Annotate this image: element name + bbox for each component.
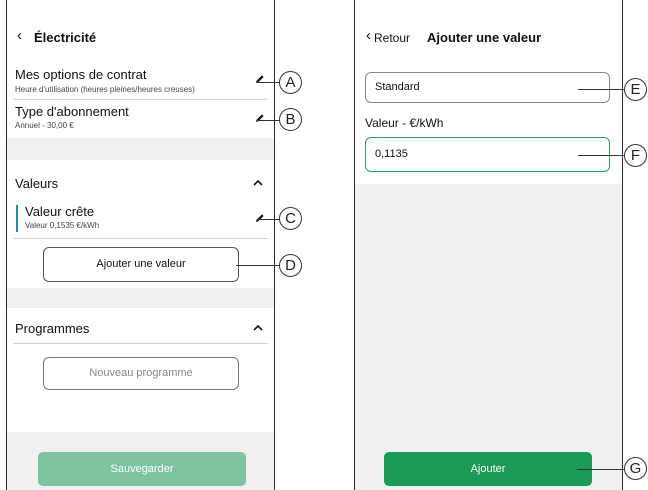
callout-b: B	[279, 108, 302, 131]
pencil-icon[interactable]	[255, 213, 265, 223]
value-field-value: 0,1135	[375, 148, 408, 160]
name-field-value: Standard	[375, 81, 420, 93]
callout-line	[577, 469, 624, 470]
subscription-subtitle: Annuel - 30,00 €	[15, 121, 74, 130]
callout-d: D	[279, 254, 302, 277]
peak-value-title: Valeur crête	[25, 204, 95, 219]
peak-value-indicator	[16, 205, 18, 232]
divider	[13, 99, 268, 100]
page-title: Ajouter une valeur	[427, 30, 542, 45]
values-section: Valeurs Valeur crête Valeur 0,1535 €/kWh…	[7, 160, 274, 288]
chevron-left-icon[interactable]: ‹	[17, 27, 22, 44]
callout-line	[257, 120, 279, 121]
divider	[13, 238, 268, 239]
callout-c: C	[279, 207, 302, 230]
contract-options-subtitle: Heure d'utilisation (heures pleines/heur…	[15, 85, 195, 94]
callout-line	[236, 265, 279, 266]
callout-g: G	[624, 457, 647, 480]
value-field[interactable]: 0,1135	[365, 137, 610, 172]
callout-line	[578, 155, 624, 156]
programs-section-title: Programmes	[15, 321, 90, 336]
form-section: Standard Valeur - €/kWh 0,1135	[355, 64, 622, 184]
name-field[interactable]: Standard	[365, 72, 610, 103]
pencil-icon[interactable]	[255, 113, 265, 123]
subscription-title: Type d'abonnement	[15, 104, 129, 119]
divider	[13, 343, 268, 344]
contract-section: Mes options de contrat Heure d'utilisati…	[7, 64, 274, 138]
add-value-screen: ‹ Retour Ajouter une valeur Standard Val…	[354, 0, 623, 490]
back-link[interactable]: Retour	[374, 31, 410, 45]
callout-f: F	[624, 144, 647, 167]
page-title: Électricité	[34, 30, 97, 45]
new-program-button[interactable]: Nouveau programme	[43, 357, 239, 390]
chevron-up-icon[interactable]	[252, 179, 264, 187]
save-button[interactable]: Sauvegarder	[38, 452, 246, 486]
electricity-screen: ‹ Électricité Mes options de contrat Heu…	[6, 0, 275, 490]
programs-section: Programmes Nouveau programme	[7, 308, 274, 432]
contract-options-title: Mes options de contrat	[15, 67, 147, 82]
value-label: Valeur - €/kWh	[365, 116, 444, 130]
header: ‹ Électricité	[7, 0, 274, 65]
peak-value-subtitle: Valeur 0,1535 €/kWh	[25, 221, 100, 230]
chevron-up-icon[interactable]	[252, 324, 264, 332]
callout-line	[578, 89, 624, 90]
header: ‹ Retour Ajouter une valeur	[355, 0, 622, 65]
callout-line	[257, 82, 279, 83]
add-value-button[interactable]: Ajouter une valeur	[43, 247, 239, 282]
callout-a: A	[279, 71, 302, 94]
values-section-title: Valeurs	[15, 176, 59, 191]
add-button[interactable]: Ajouter	[384, 452, 592, 486]
callout-e: E	[624, 78, 647, 101]
chevron-left-icon[interactable]: ‹	[366, 27, 371, 44]
callout-line	[257, 219, 279, 220]
